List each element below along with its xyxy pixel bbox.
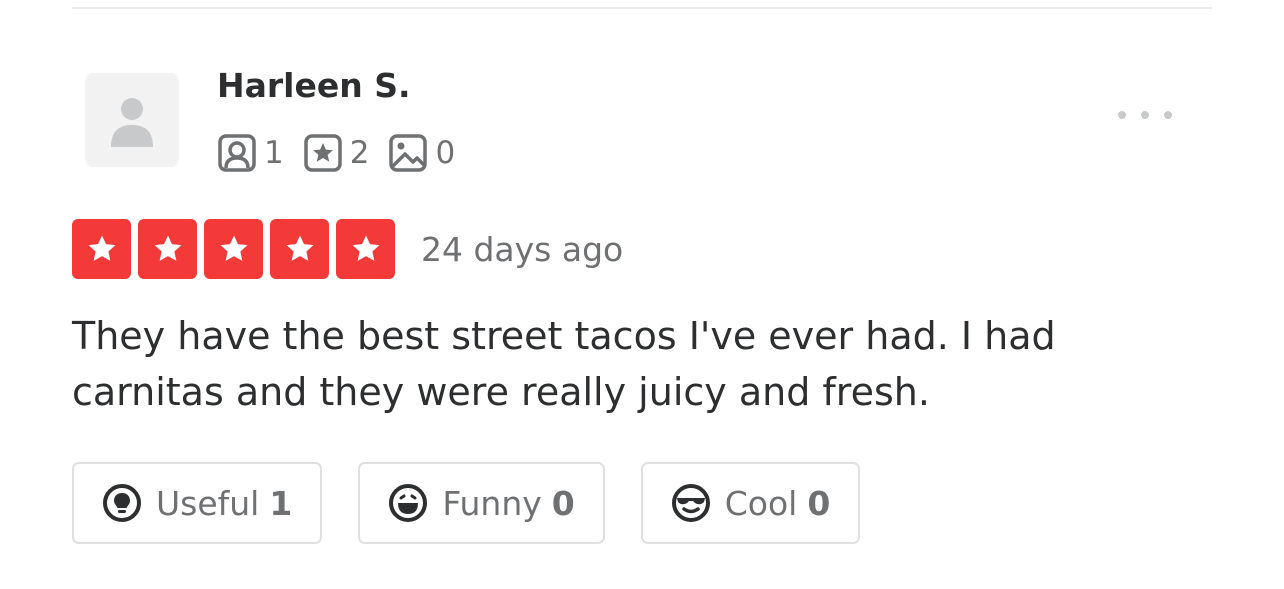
- review-text: They have the best street tacos I've eve…: [72, 314, 1056, 414]
- review-card: Harleen S. 1 2 0 24 days ago They have t…: [0, 0, 1284, 589]
- star-icon: [336, 219, 395, 279]
- star-icon: [270, 219, 329, 279]
- photos-stat: 0: [389, 133, 455, 173]
- friends-stat: 1: [218, 133, 284, 173]
- photo-icon: [389, 134, 428, 172]
- cool-label: Cool: [724, 483, 798, 523]
- ellipsis-icon: [1164, 111, 1172, 119]
- reaction-buttons: Useful 1 Funny 0 Cool 0: [72, 462, 896, 544]
- cool-count: 0: [807, 483, 831, 523]
- divider: [72, 7, 1212, 9]
- sunglasses-face-icon: [671, 484, 710, 522]
- user-stats: 1 2 0: [218, 132, 475, 174]
- useful-count: 1: [269, 483, 293, 523]
- star-icon: [138, 219, 197, 279]
- useful-label: Useful: [156, 483, 260, 523]
- reviews-stat: 2: [303, 133, 370, 173]
- cool-button[interactable]: Cool 0: [640, 462, 861, 544]
- funny-label: Funny: [442, 483, 542, 523]
- laughing-face-icon: [389, 484, 428, 522]
- user-avatar[interactable]: [85, 73, 179, 167]
- user-name[interactable]: Harleen S.: [217, 64, 411, 108]
- funny-count: 0: [551, 483, 575, 523]
- funny-button[interactable]: Funny 0: [358, 462, 605, 544]
- useful-button[interactable]: Useful 1: [72, 462, 323, 544]
- photos-count: 0: [435, 135, 456, 171]
- star-rating: [72, 219, 402, 279]
- reviews-count: 2: [349, 135, 370, 171]
- friends-count: 1: [264, 135, 284, 171]
- star-icon: [72, 219, 131, 279]
- lightbulb-icon: [103, 484, 141, 522]
- more-options-button[interactable]: [1112, 100, 1178, 130]
- review-date: 24 days ago: [421, 230, 624, 269]
- ellipsis-icon: [1141, 111, 1149, 119]
- friends-icon: [218, 134, 256, 172]
- ellipsis-icon: [1118, 111, 1126, 119]
- default-user-icon: [111, 98, 153, 147]
- review-star-icon: [303, 134, 342, 172]
- star-icon: [204, 219, 263, 279]
